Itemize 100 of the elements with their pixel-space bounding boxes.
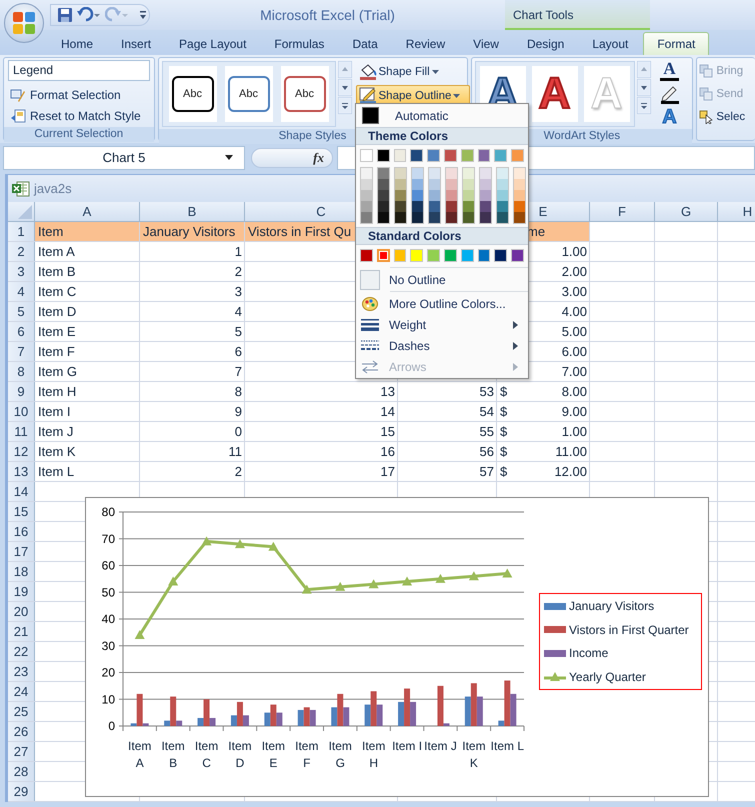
shape-style-option[interactable]: Abc <box>224 66 272 122</box>
column-header[interactable]: G <box>655 202 718 222</box>
select-all-button[interactable] <box>8 202 35 222</box>
color-swatch[interactable] <box>480 190 491 201</box>
color-swatch[interactable] <box>394 149 406 162</box>
ribbon-tab[interactable]: Data <box>339 32 391 55</box>
row-header[interactable]: 3 <box>8 262 35 281</box>
ribbon-tab[interactable]: Review <box>392 32 458 55</box>
color-swatch[interactable] <box>412 212 423 223</box>
color-swatch[interactable] <box>514 179 525 190</box>
row-header[interactable]: 9 <box>8 382 35 401</box>
customize-icon[interactable] <box>139 10 147 20</box>
ribbon-button[interactable]: Format Selection <box>8 85 150 104</box>
color-swatch[interactable] <box>446 190 457 201</box>
color-swatch[interactable] <box>514 190 525 201</box>
color-swatch[interactable] <box>410 149 424 162</box>
row-header[interactable]: 5 <box>8 302 35 321</box>
color-swatch[interactable] <box>480 212 491 223</box>
ribbon-tab[interactable]: Home <box>48 32 106 55</box>
row-header[interactable]: 2 <box>8 242 35 261</box>
more-icon[interactable] <box>636 97 650 114</box>
color-swatch[interactable] <box>378 168 389 179</box>
row-header[interactable]: 23 <box>8 662 35 681</box>
row-header[interactable]: 24 <box>8 682 35 701</box>
ribbon-button[interactable]: Shape Fill <box>356 61 470 82</box>
color-swatch[interactable] <box>511 149 524 162</box>
color-swatch[interactable] <box>444 249 457 262</box>
color-swatch[interactable] <box>412 168 423 179</box>
column-header[interactable]: B <box>140 202 245 222</box>
chart-element-dropdown[interactable]: Legend <box>8 60 150 81</box>
color-swatch[interactable] <box>394 249 406 262</box>
text-fill-button[interactable]: A <box>658 61 680 81</box>
column-header[interactable]: A <box>35 202 140 222</box>
legend[interactable]: January Visitors Vistors in First Quarter Income Yearly Quarter <box>539 593 702 690</box>
row-header[interactable]: 6 <box>8 322 35 341</box>
ribbon-tab[interactable]: Insert <box>108 32 164 55</box>
row-header[interactable]: 16 <box>8 522 35 541</box>
row-header[interactable]: 27 <box>8 742 35 761</box>
color-swatch[interactable] <box>460 149 474 162</box>
menu-item[interactable]: No Outline <box>356 269 528 290</box>
color-swatch[interactable] <box>514 168 525 179</box>
color-swatch[interactable] <box>497 168 508 179</box>
name-box[interactable]: Chart 5 <box>3 146 245 170</box>
color-swatch[interactable] <box>446 201 457 212</box>
scroll-down-icon[interactable] <box>338 79 352 96</box>
row-header[interactable]: 11 <box>8 422 35 441</box>
color-swatch[interactable] <box>395 190 406 201</box>
color-swatch[interactable] <box>497 190 508 201</box>
color-swatch[interactable] <box>463 168 474 179</box>
row-header[interactable]: 1 <box>8 222 35 241</box>
color-swatch[interactable] <box>376 149 390 162</box>
save-icon[interactable] <box>57 7 73 23</box>
row-header[interactable]: 8 <box>8 362 35 381</box>
color-swatch[interactable] <box>412 190 423 201</box>
color-swatch[interactable] <box>446 168 457 179</box>
color-swatch[interactable] <box>361 190 372 201</box>
row-header[interactable]: 10 <box>8 402 35 421</box>
color-swatch[interactable] <box>395 179 406 190</box>
color-swatch[interactable] <box>395 168 406 179</box>
shape-style-option[interactable]: Abc <box>280 66 328 122</box>
color-swatch[interactable] <box>429 168 440 179</box>
color-swatch[interactable] <box>446 179 457 190</box>
color-swatch[interactable] <box>480 201 491 212</box>
caret-icon[interactable] <box>225 155 233 160</box>
pencil-icon[interactable] <box>660 84 680 104</box>
color-swatch[interactable] <box>511 249 524 262</box>
color-swatch[interactable] <box>395 201 406 212</box>
row-header[interactable]: 29 <box>8 782 35 801</box>
color-swatch[interactable] <box>429 190 440 201</box>
ribbon-button[interactable]: Selec <box>699 107 753 127</box>
row-header[interactable]: 21 <box>8 622 35 641</box>
row-header[interactable]: 20 <box>8 602 35 621</box>
row-header[interactable]: 13 <box>8 462 35 481</box>
color-swatch[interactable] <box>361 212 372 223</box>
color-swatch[interactable] <box>427 249 440 262</box>
ribbon-tab[interactable]: Format <box>643 32 710 55</box>
color-swatch[interactable] <box>410 249 424 262</box>
color-swatch[interactable] <box>429 212 440 223</box>
color-swatch[interactable] <box>361 201 372 212</box>
row-header[interactable]: 12 <box>8 442 35 461</box>
menu-item[interactable]: More Outline Colors... <box>356 293 528 314</box>
color-swatch[interactable] <box>361 168 372 179</box>
row-header[interactable]: 19 <box>8 582 35 601</box>
color-swatch[interactable] <box>463 179 474 190</box>
color-swatch[interactable] <box>361 179 372 190</box>
color-swatch[interactable] <box>497 201 508 212</box>
wordart-style-option[interactable]: A <box>532 66 578 122</box>
scroll-down-icon[interactable] <box>636 79 650 96</box>
color-swatch[interactable] <box>460 249 474 262</box>
column-header[interactable]: F <box>590 202 655 222</box>
color-swatch[interactable] <box>494 249 508 262</box>
color-swatch[interactable] <box>378 201 389 212</box>
color-swatch[interactable] <box>463 212 474 223</box>
row-header[interactable]: 15 <box>8 502 35 521</box>
row-header[interactable]: 28 <box>8 762 35 781</box>
color-swatch[interactable] <box>360 149 373 162</box>
color-swatch[interactable] <box>444 149 457 162</box>
row-header[interactable]: 17 <box>8 542 35 561</box>
shape-style-option[interactable]: Abc <box>168 66 216 122</box>
color-swatch[interactable] <box>463 190 474 201</box>
